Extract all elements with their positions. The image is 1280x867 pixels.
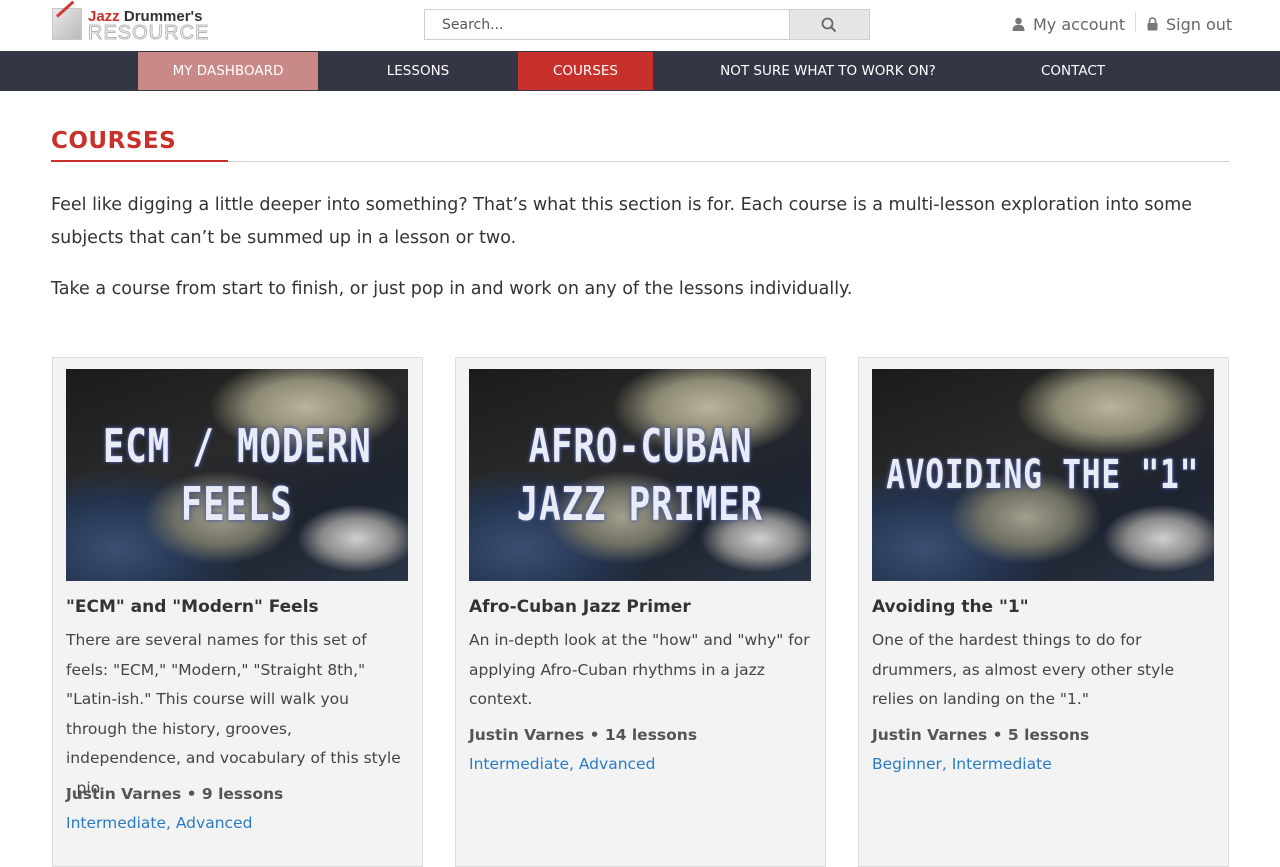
- course-thumbnail[interactable]: AVOIDING THE "1": [872, 369, 1214, 581]
- course-description: There are several names for this set of …: [66, 631, 401, 797]
- site-logo[interactable]: Jazz Drummer's RESOURCE: [52, 8, 212, 45]
- nav-item-contact[interactable]: CONTACT: [1003, 51, 1143, 91]
- course-card-afro-cuban[interactable]: AFRO-CUBAN JAZZ PRIMER Afro-Cuban Jazz P…: [455, 357, 826, 867]
- user-icon: [1012, 17, 1025, 31]
- search-icon: [821, 17, 837, 33]
- course-title[interactable]: Avoiding the "1": [872, 597, 1029, 617]
- title-divider-accent: [51, 160, 228, 162]
- page-title: COURSES: [51, 128, 177, 154]
- course-meta: Justin Varnes • 14 lessons: [469, 726, 698, 744]
- logo-subtitle: RESOURCE: [87, 22, 210, 45]
- course-description: One of the hardest things to do for drum…: [872, 631, 1175, 708]
- course-thumbnail[interactable]: ECM / MODERN FEELS: [66, 369, 408, 581]
- logo-mark-icon: [52, 8, 82, 40]
- intro-paragraph-2: Take a course from start to finish, or j…: [51, 279, 853, 299]
- nav-item-courses[interactable]: COURSES: [518, 52, 653, 90]
- thumbnail-caption: AFRO-CUBAN JAZZ PRIMER: [516, 419, 764, 531]
- course-meta: Justin Varnes • 9 lessons: [66, 785, 284, 803]
- course-card-avoiding-the-one[interactable]: AVOIDING THE "1" Avoiding the "1" One of…: [858, 357, 1229, 867]
- course-title[interactable]: Afro-Cuban Jazz Primer: [469, 597, 691, 617]
- course-description: An in-depth look at the "how" and "why" …: [469, 631, 810, 708]
- course-level-links[interactable]: Beginner, Intermediate: [872, 755, 1052, 773]
- course-level-links[interactable]: Intermediate, Advanced: [469, 755, 655, 773]
- account-divider: [1135, 12, 1136, 32]
- main-nav: MY DASHBOARD LESSONS COURSES NOT SURE WH…: [0, 51, 1280, 91]
- sign-out-link[interactable]: Sign out: [1147, 14, 1232, 34]
- intro-paragraph: Feel like digging a little deeper into s…: [51, 195, 1193, 248]
- sign-out-label: Sign out: [1166, 14, 1233, 34]
- my-account-label: My account: [1033, 14, 1126, 34]
- search-button[interactable]: [789, 10, 869, 39]
- thumbnail-caption: ECM / MODERN FEELS: [102, 419, 372, 531]
- nav-item-lessons[interactable]: LESSONS: [318, 51, 518, 91]
- course-title[interactable]: "ECM" and "Modern" Feels: [66, 597, 319, 617]
- nav-item-my-dashboard[interactable]: MY DASHBOARD: [138, 52, 318, 90]
- course-card-ecm[interactable]: ECM / MODERN FEELS "ECM" and "Modern" Fe…: [52, 357, 423, 867]
- thumbnail-caption: AVOIDING THE "1": [886, 452, 1200, 498]
- course-thumbnail[interactable]: AFRO-CUBAN JAZZ PRIMER: [469, 369, 811, 581]
- site-header: Jazz Drummer's RESOURCE My account Sign …: [0, 0, 1280, 51]
- course-level-links[interactable]: Intermediate, Advanced: [66, 814, 252, 832]
- my-account-link[interactable]: My account: [1012, 14, 1125, 34]
- lock-icon: [1147, 17, 1158, 31]
- search-box: [424, 9, 870, 40]
- course-meta: Justin Varnes • 5 lessons: [872, 726, 1090, 744]
- search-input[interactable]: [425, 10, 790, 39]
- nav-item-not-sure[interactable]: NOT SURE WHAT TO WORK ON?: [653, 51, 1003, 91]
